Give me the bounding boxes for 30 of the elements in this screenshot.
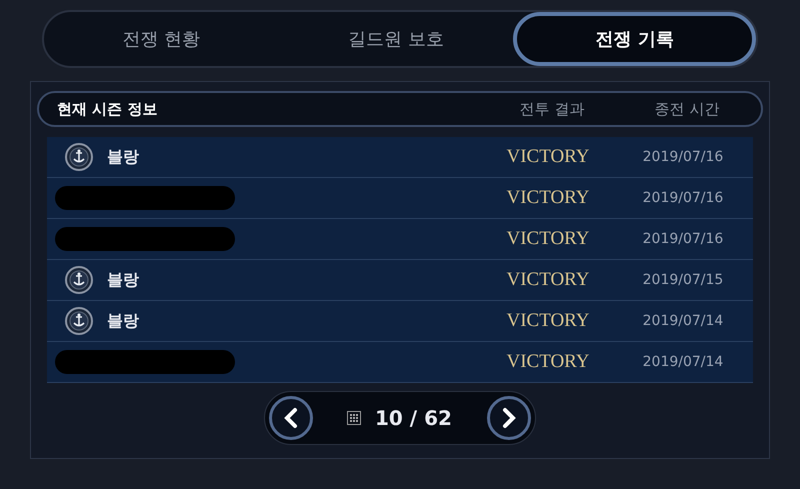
anchor-emblem-icon [65,307,93,335]
anchor-emblem-icon [65,266,93,294]
column-header: 종전 시간 [654,100,720,118]
battle-result: VICTORY [505,351,591,373]
column-header: 현재 시즌 정보 [57,100,158,118]
column-header: 전투 결과 [518,100,586,118]
previous-button[interactable] [269,396,313,440]
battle-result: VICTORY [505,310,591,332]
end-time: 2019/07/16 [642,231,724,247]
guild-name: 블랑 [107,270,139,290]
end-time: 2019/07/14 [642,354,724,370]
page-counter: 10 / 62 [375,406,453,430]
chevron-left-icon [282,407,300,429]
grid-icon [347,411,361,425]
battle-result: VICTORY [505,269,591,291]
end-time: 2019/07/16 [642,190,724,206]
chevron-right-icon [500,407,518,429]
next-button[interactable] [487,396,531,440]
tab[interactable]: 길드원 보호 [278,12,514,66]
end-time: 2019/07/16 [642,149,724,165]
guild-name: 블랑 [107,310,139,332]
battle-result: VICTORY [505,187,591,209]
end-time: 2019/07/15 [642,272,724,288]
anchor-emblem-icon [65,143,93,171]
battle-result: VICTORY [505,146,591,168]
end-time: 2019/07/14 [642,313,724,329]
tab[interactable]: 전쟁 현황 [44,12,279,66]
guild-name: 블랑 [107,146,139,168]
battle-result: VICTORY [505,228,591,250]
tab[interactable]: 전쟁 기록 [513,12,756,66]
